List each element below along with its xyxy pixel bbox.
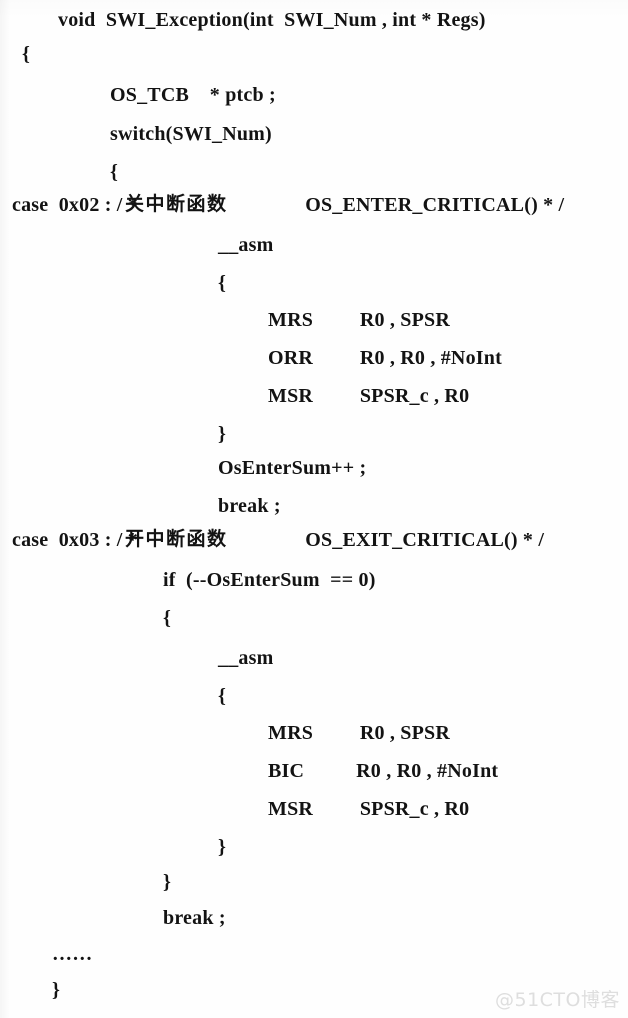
code-line-l11: MSR SPSR_c , R0: [268, 385, 470, 407]
code-line-l06c: OS_ENTER_CRITICAL() * /: [300, 194, 565, 216]
code-line-l18: __asm: [218, 647, 274, 669]
code-line-l25: break ;: [163, 907, 226, 929]
code-line-l14: break ;: [218, 495, 281, 517]
code-line-l10: ORR R0 , R0 , #NoInt: [268, 347, 502, 369]
code-line-l01: void SWI_Exception(int SWI_Num , int * R…: [58, 9, 486, 31]
watermark-51cto: @51CTO博客: [494, 989, 620, 1011]
code-line-l17: {: [163, 607, 172, 629]
code-line-l16: if (--OsEnterSum == 0): [163, 569, 376, 591]
code-line-l02: {: [22, 43, 31, 65]
code-line-l07: __asm: [218, 234, 274, 256]
code-line-l06a: case 0x02 : / *: [12, 194, 144, 216]
code-line-l27: }: [52, 979, 61, 1001]
code-line-l12: }: [218, 423, 227, 445]
code-line-l15c: OS_EXIT_CRITICAL() * /: [300, 529, 545, 551]
code-line-l26: ……: [52, 943, 93, 965]
code-line-l22: MSR SPSR_c , R0: [268, 798, 470, 820]
code-line-l08: {: [218, 272, 227, 294]
code-line-l19: {: [218, 685, 227, 707]
code-line-l06b: 关中断函数: [125, 193, 228, 215]
code-line-l04: switch(SWI_Num): [110, 123, 272, 145]
code-line-l05: {: [110, 161, 119, 183]
code-line-l15a: case 0x03 : / *: [12, 529, 144, 551]
scanned-page: void SWI_Exception(int SWI_Num , int * R…: [0, 0, 628, 1018]
code-line-l21: BIC R0 , R0 , #NoInt: [268, 760, 499, 782]
code-line-l20: MRS R0 , SPSR: [268, 722, 450, 744]
code-line-l09: MRS R0 , SPSR: [268, 309, 450, 331]
code-line-l03: OS_TCB * ptcb ;: [110, 84, 276, 106]
code-line-l15b: 开中断函数: [125, 528, 228, 550]
code-line-l13: OsEnterSum++ ;: [218, 457, 367, 479]
code-line-l24: }: [163, 871, 172, 893]
code-line-l23: }: [218, 836, 227, 858]
